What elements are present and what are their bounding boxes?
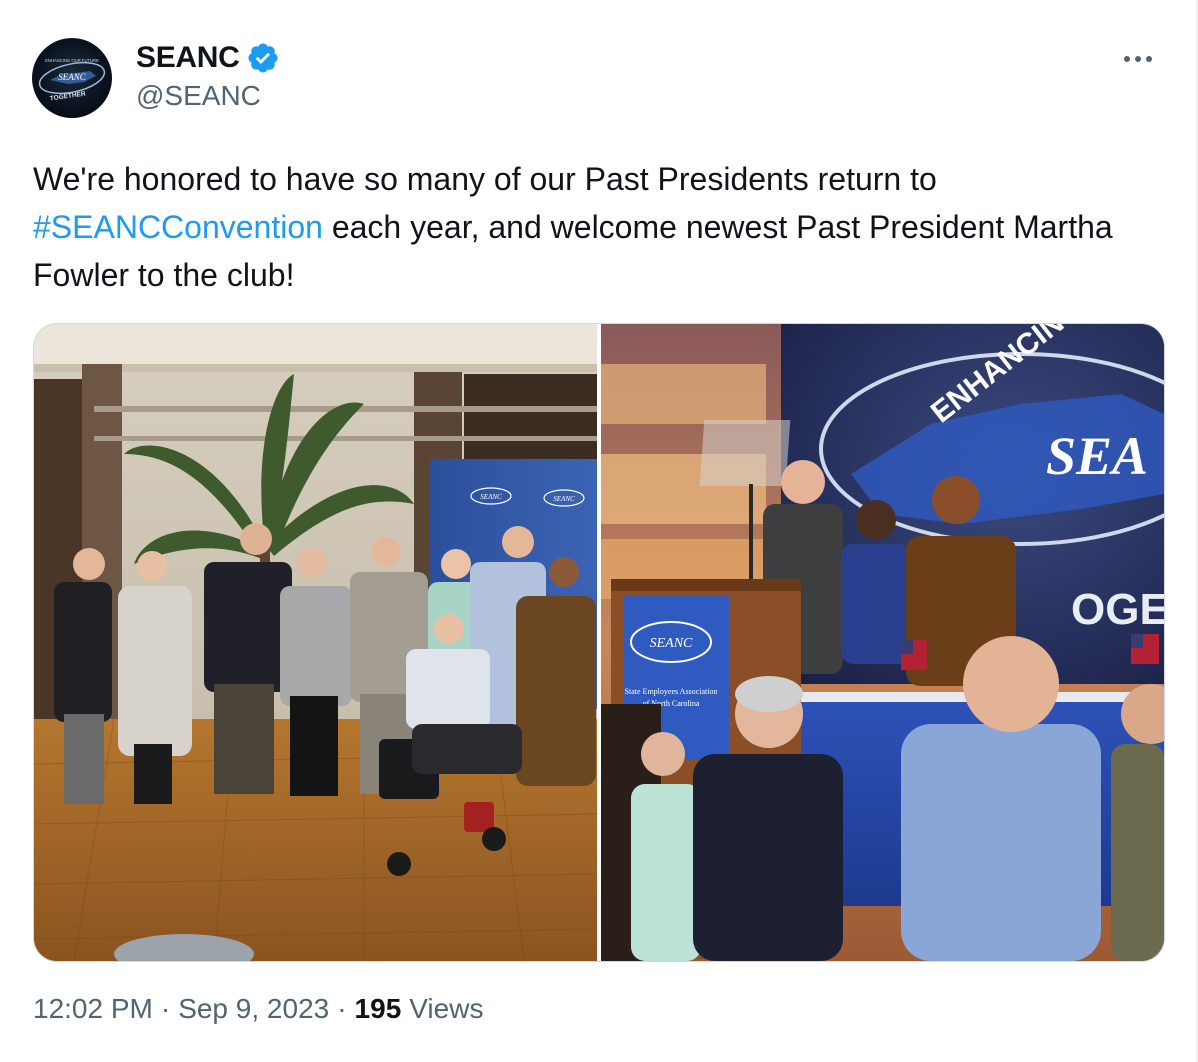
svg-text:SEANC: SEANC: [58, 72, 86, 82]
tweet-text-part1: We're honored to have so many of our Pas…: [33, 161, 937, 197]
meta-separator: ·: [160, 993, 171, 1024]
svg-text:SEA: SEA: [1046, 426, 1148, 486]
svg-text:OGET: OGET: [1071, 585, 1164, 634]
views-label: Views: [409, 993, 484, 1024]
dot-icon: [1146, 56, 1152, 62]
author-handle[interactable]: @SEANC: [136, 80, 261, 112]
author-name-row: SEANC: [136, 38, 280, 78]
ceremony-photo-image: ENHANCING SEA OGET S: [601, 324, 1164, 961]
svg-text:SEANC: SEANC: [480, 493, 502, 501]
group-photo-image: SEANC SEANC: [34, 324, 597, 961]
meta-separator: ·: [337, 993, 347, 1024]
tweet-time[interactable]: 12:02 PM: [33, 993, 153, 1025]
svg-text:ENHANCING OUR FUTURE: ENHANCING OUR FUTURE: [45, 58, 99, 63]
hashtag-link[interactable]: #SEANCConvention: [33, 209, 323, 245]
dot-icon: [1135, 56, 1141, 62]
media-grid: SEANC SEANC ENHANCING SEA OG SEANC State…: [33, 323, 1165, 962]
display-name[interactable]: SEANC: [136, 41, 240, 75]
photo-pin-ceremony[interactable]: ENHANCING SEA OGET S: [601, 324, 1164, 961]
dot-icon: [1124, 56, 1130, 62]
seanc-logo-icon: SEANC ENHANCING OUR FUTURE TOGETHER: [38, 58, 106, 103]
tweet-text: We're honored to have so many of our Pas…: [33, 155, 1153, 299]
tweet-meta: 12:02 PM · Sep 9, 2023 · 195 Views: [33, 993, 483, 1025]
tweet-card: SEANC ENHANCING OUR FUTURE TOGETHER SEAN…: [0, 0, 1198, 1062]
tweet-date[interactable]: Sep 9, 2023: [178, 993, 329, 1025]
verified-badge-icon[interactable]: [246, 41, 280, 75]
svg-text:TOGETHER: TOGETHER: [49, 91, 86, 103]
svg-text:SEANC: SEANC: [553, 495, 575, 503]
photo-group-past-presidents[interactable]: SEANC SEANC: [34, 324, 597, 961]
svg-text:State Employees Association: State Employees Association: [625, 687, 718, 696]
svg-text:SEANC: SEANC: [650, 636, 693, 651]
views-count[interactable]: 195: [355, 993, 402, 1025]
avatar[interactable]: SEANC ENHANCING OUR FUTURE TOGETHER: [32, 38, 112, 118]
more-options-button[interactable]: [1118, 44, 1158, 74]
